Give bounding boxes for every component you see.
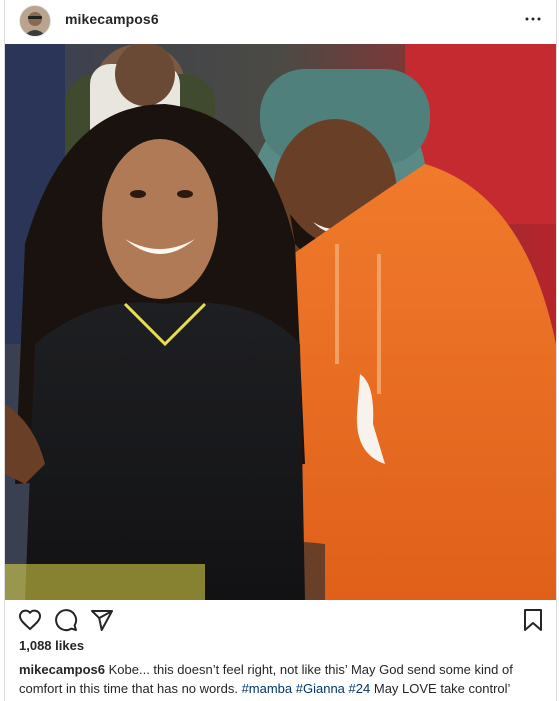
hashtag-mamba[interactable]: #mamba [242, 681, 293, 696]
caption-username[interactable]: mikecampos6 [19, 662, 105, 677]
caption-text-part2: May LOVE take control’ [373, 681, 511, 696]
instagram-post: mikecampos6 1,088 likes mikecampos6 Kobe… [4, 0, 557, 701]
avatar[interactable] [19, 5, 51, 37]
post-caption: mikecampos6 Kobe... this doesn’t feel ri… [19, 660, 543, 698]
comment-icon[interactable] [54, 608, 78, 632]
likes-count[interactable]: 1,088 likes [19, 638, 84, 653]
post-header: mikecampos6 [5, 0, 556, 44]
photo-illustration [5, 44, 556, 600]
heart-icon[interactable] [18, 608, 42, 632]
bookmark-icon[interactable] [521, 608, 545, 632]
post-actions [5, 600, 556, 638]
hashtag-gianna[interactable]: #Gianna [296, 681, 345, 696]
hashtag-24[interactable]: #24 [349, 681, 371, 696]
post-photo[interactable] [5, 44, 556, 600]
paper-plane-icon[interactable] [90, 608, 114, 632]
more-options-icon[interactable] [522, 10, 544, 28]
post-username[interactable]: mikecampos6 [65, 11, 159, 27]
avatar-image [20, 6, 50, 36]
